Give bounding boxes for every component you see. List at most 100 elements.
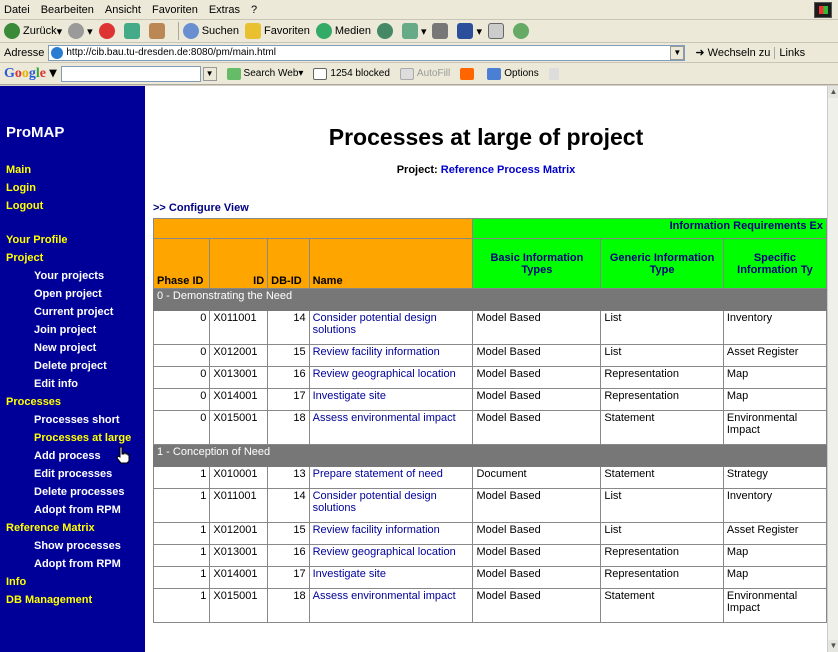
document-icon — [488, 23, 504, 39]
address-dropdown-icon[interactable]: ▼ — [670, 45, 685, 60]
sidebar-item-add-process[interactable]: Add process — [34, 450, 101, 462]
cell-specific-type: Asset Register — [722, 344, 827, 367]
cell-name[interactable]: Investigate site — [308, 566, 474, 589]
sidebar-item-info[interactable]: Info — [6, 576, 26, 588]
cell-name[interactable]: Review facility information — [308, 344, 474, 367]
media-icon — [315, 23, 332, 39]
cell-id: X014001 — [209, 388, 269, 411]
cell-name[interactable]: Review facility information — [308, 522, 474, 545]
scroll-up-icon[interactable]: ▲ — [828, 86, 838, 98]
messenger-icon — [513, 23, 529, 39]
menu-favoriten[interactable]: Favoriten — [152, 4, 198, 16]
back-button[interactable]: Zurück ▾ — [4, 23, 62, 39]
sidebar-item-reference-matrix[interactable]: Reference Matrix — [6, 522, 95, 534]
menu-datei[interactable]: Datei — [4, 4, 30, 16]
google-dropdown-icon[interactable]: ▼ — [202, 66, 217, 81]
table-row: 1 X014001 17 Investigate site Model Based Rep… — [152, 566, 827, 589]
ie-page-icon — [51, 46, 64, 59]
cell-phase-id: 0 — [152, 366, 211, 389]
search-button[interactable]: Suchen — [182, 23, 239, 39]
cell-name[interactable]: Review geographical location — [308, 366, 474, 389]
sidebar-item-delete-processes[interactable]: Delete processes — [34, 486, 125, 498]
sidebar-item-processes-short[interactable]: Processes short — [34, 414, 120, 426]
cell-name[interactable]: Consider potential design solutions — [308, 310, 474, 345]
cell-name[interactable]: Investigate site — [308, 388, 474, 411]
search-icon — [182, 23, 199, 39]
forward-arrow-icon — [68, 23, 85, 39]
sidebar-item-new-project[interactable]: New project — [34, 342, 96, 354]
sidebar-item-logout[interactable]: Logout — [6, 200, 43, 212]
cell-name[interactable]: Assess environmental impact — [308, 410, 474, 445]
sidebar-item-edit-info[interactable]: Edit info — [34, 378, 78, 390]
cell-basic-type: Model Based — [472, 544, 602, 567]
sidebar-item-join-project[interactable]: Join project — [34, 324, 96, 336]
messenger-button[interactable] — [513, 23, 532, 39]
cell-db-id: 14 — [267, 488, 310, 523]
cell-phase-id: 0 — [152, 388, 211, 411]
google-logo[interactable]: Google ▾ — [4, 65, 57, 82]
address-input[interactable]: http://cib.bau.tu-dresden.de:8080/pm/mai… — [48, 44, 686, 61]
group-label: 1 - Conception of Need — [153, 444, 827, 467]
favorites-button[interactable]: Favoriten — [245, 23, 310, 39]
sidebar-item-delete-project[interactable]: Delete project — [34, 360, 107, 372]
sidebar-item-open-project[interactable]: Open project — [34, 288, 102, 300]
sidebar-item-processes[interactable]: Processes — [6, 396, 61, 408]
sidebar-item-processes-at-large[interactable]: Processes at large — [34, 432, 131, 444]
mail-button[interactable]: ▾ — [401, 23, 426, 39]
sidebar-item-your-profile[interactable]: Your Profile — [6, 234, 68, 246]
links-button[interactable]: Links — [774, 46, 809, 59]
forward-button[interactable]: ▾ — [68, 23, 93, 39]
word-icon — [457, 23, 474, 39]
cell-id: X011001 — [209, 310, 269, 345]
pencil-icon[interactable] — [548, 67, 562, 80]
cell-generic-type: Representation — [600, 388, 724, 411]
media-button[interactable]: Medien — [315, 23, 371, 39]
home-button[interactable] — [148, 23, 168, 39]
cell-generic-type: Statement — [600, 410, 724, 445]
scroll-down-icon[interactable]: ▼ — [828, 640, 838, 652]
popup-blocker-button[interactable]: 1254 blocked — [313, 67, 390, 80]
group-row: 1 - Conception of Need — [153, 444, 827, 467]
refresh-icon — [123, 23, 140, 39]
sidebar-item-your-projects[interactable]: Your projects — [34, 270, 104, 282]
cell-generic-type: List — [600, 522, 724, 545]
address-label: Adresse — [4, 46, 45, 59]
google-search-input[interactable] — [60, 65, 201, 82]
sidebar-item-project[interactable]: Project — [6, 252, 43, 264]
sidebar-item-current-project[interactable]: Current project — [34, 306, 113, 318]
configure-view-link[interactable]: >> Configure View — [153, 202, 249, 214]
windows-logo-icon — [814, 2, 832, 18]
cell-name[interactable]: Consider potential design solutions — [308, 488, 474, 523]
sidebar-item-main[interactable]: Main — [6, 164, 31, 176]
edit-button[interactable]: ▾ — [457, 23, 482, 39]
options-button[interactable]: Options — [487, 67, 539, 80]
refresh-button[interactable] — [123, 23, 143, 39]
stop-button[interactable] — [98, 23, 118, 39]
go-button[interactable]: ➜ Wechseln zu — [691, 46, 774, 59]
autofill-button[interactable]: AutoFill — [399, 67, 450, 80]
sidebar-item-db-management[interactable]: DB Management — [6, 594, 92, 606]
cell-phase-id: 1 — [152, 588, 211, 623]
sidebar-item-show-processes[interactable]: Show processes — [34, 540, 121, 552]
blogger-button[interactable] — [460, 67, 477, 80]
cell-phase-id: 0 — [152, 410, 211, 445]
cell-name[interactable]: Review geographical location — [308, 544, 474, 567]
sidebar-item-login[interactable]: Login — [6, 182, 36, 194]
print-button[interactable] — [432, 23, 451, 39]
discuss-button[interactable] — [488, 23, 507, 39]
cell-name[interactable]: Assess environmental impact — [308, 588, 474, 623]
vertical-scrollbar[interactable]: ▲ ▼ — [827, 86, 838, 652]
menu-extras[interactable]: Extras — [209, 4, 240, 16]
table-row: 0 X013001 16 Review geographical location Mo… — [152, 366, 827, 389]
menu-help[interactable]: ? — [251, 4, 257, 16]
cell-name[interactable]: Prepare statement of need — [308, 466, 474, 489]
sidebar-item-adopt-from-rpm-ref[interactable]: Adopt from RPM — [34, 558, 121, 570]
search-web-button[interactable]: Search Web ▾ — [226, 67, 303, 80]
menu-bearbeiten[interactable]: Bearbeiten — [41, 4, 94, 16]
menu-ansicht[interactable]: Ansicht — [105, 4, 141, 16]
history-button[interactable] — [376, 23, 396, 39]
table-row: 1 X011001 14 Consider potential design solu… — [152, 488, 827, 523]
project-link[interactable]: Reference Process Matrix — [441, 164, 576, 176]
sidebar-item-edit-processes[interactable]: Edit processes — [34, 468, 112, 480]
sidebar-item-adopt-from-rpm[interactable]: Adopt from RPM — [34, 504, 121, 516]
